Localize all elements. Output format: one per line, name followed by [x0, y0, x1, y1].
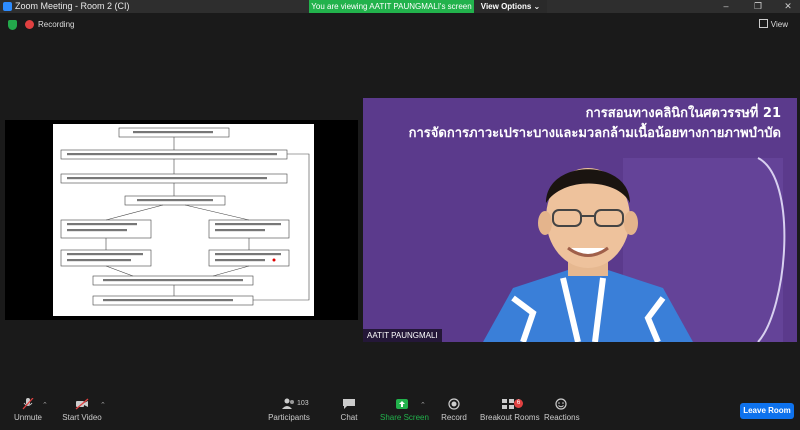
view-label: View — [770, 20, 788, 29]
leave-room-button[interactable]: Leave Room — [740, 403, 794, 419]
recording-label: Recording — [38, 20, 75, 29]
video-options-caret[interactable]: ⌃ — [100, 401, 106, 409]
reactions-button[interactable]: Reactions — [544, 398, 580, 422]
record-icon — [448, 398, 460, 410]
record-button[interactable]: Record — [440, 398, 468, 422]
view-options-button[interactable]: View Options ⌄ — [474, 0, 547, 13]
chat-button[interactable]: Chat — [336, 398, 362, 422]
breakout-rooms-badge: 6 — [514, 399, 523, 408]
flowchart-diagram — [60, 127, 310, 306]
close-button[interactable]: ✕ — [776, 0, 800, 13]
shared-screen — [5, 120, 358, 320]
cursor-marker-icon — [272, 258, 276, 262]
participants-icon — [282, 398, 294, 409]
share-screen-icon — [396, 399, 408, 409]
status-row: Recording View — [0, 16, 800, 34]
share-screen-label: Share Screen — [380, 413, 429, 422]
flow-box-6b — [208, 249, 290, 267]
breakout-rooms-icon — [502, 399, 514, 409]
share-screen-button[interactable]: Share Screen — [380, 398, 429, 422]
unmute-label: Unmute — [13, 413, 42, 422]
reactions-icon — [555, 398, 567, 410]
slide-title: การสอนทางคลินิกในศตวรรษที่ 21 การจัดการภ… — [409, 104, 781, 144]
participants-label: Participants — [268, 413, 310, 422]
audio-options-caret[interactable]: ⌃ — [42, 401, 48, 409]
breakout-rooms-label: Breakout Rooms — [480, 413, 540, 422]
screen-share-banner: You are viewing AATIT PAUNGMALI's screen… — [309, 0, 547, 13]
minimize-button[interactable]: – — [714, 0, 738, 13]
chat-label: Chat — [340, 413, 358, 422]
recording-icon — [25, 20, 34, 29]
window-title: Zoom Meeting - Room 2 (CI) — [15, 1, 130, 11]
start-video-button[interactable]: Start Video — [60, 398, 104, 422]
participants-count: 103 — [297, 400, 309, 407]
grid-icon — [758, 19, 768, 28]
breakout-rooms-button[interactable]: Breakout Rooms — [480, 398, 540, 422]
participant-name: AATIT PAUNGMALI — [367, 331, 438, 340]
record-label: Record — [441, 413, 467, 422]
participant-name-tag: AATIT PAUNGMALI — [363, 329, 442, 342]
shield-icon[interactable] — [8, 20, 17, 30]
chat-icon — [343, 399, 355, 409]
video-off-icon — [75, 398, 89, 410]
slide-title-line-2: การจัดการภาวะเปราะบางและมวลกล้ามเนื้อน้อ… — [408, 126, 781, 141]
speaker-video[interactable]: การสอนทางคลินิกในศตวรรษที่ 21 การจัดการภ… — [363, 98, 797, 342]
view-button[interactable]: View — [755, 18, 792, 32]
flowchart-document — [53, 124, 314, 316]
zoom-app-icon — [3, 2, 12, 11]
slide-title-line-1: การสอนทางคลินิกในศตวรรษที่ 21 — [585, 106, 781, 121]
muted-mic-icon — [22, 398, 34, 410]
unmute-button[interactable]: Unmute — [12, 398, 44, 422]
restore-button[interactable]: ❐ — [746, 0, 770, 13]
flow-box-6a — [60, 249, 152, 267]
reactions-label: Reactions — [544, 413, 580, 422]
start-video-label: Start Video — [62, 413, 102, 422]
viewing-screen-label: You are viewing AATIT PAUNGMALI's screen — [309, 0, 474, 13]
share-options-caret[interactable]: ⌃ — [420, 401, 426, 409]
